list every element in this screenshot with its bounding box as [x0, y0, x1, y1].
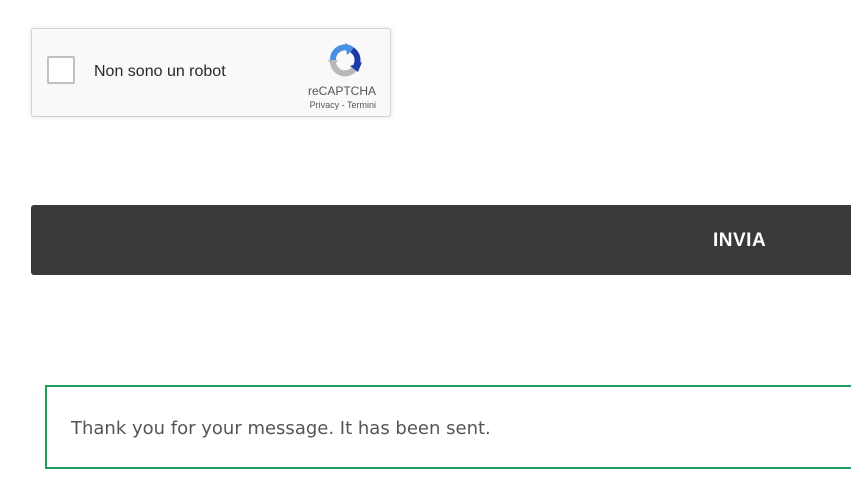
- recaptcha-links: Privacy - Termini: [310, 100, 376, 110]
- recaptcha-terms-link[interactable]: Termini: [347, 100, 376, 110]
- submit-button-label: INVIA: [713, 230, 767, 251]
- recaptcha-logo-icon: [328, 43, 362, 77]
- recaptcha-privacy-link[interactable]: Privacy: [310, 100, 340, 110]
- success-message-box: Thank you for your message. It has been …: [45, 385, 851, 469]
- recaptcha-brand-label: reCAPTCHA: [307, 84, 376, 98]
- recaptcha-widget: Non sono un robot reCAPTCHA Privacy - Te…: [31, 28, 391, 117]
- recaptcha-checkbox-label: Non sono un robot: [94, 63, 226, 80]
- contact-form-page: Non sono un robot reCAPTCHA Privacy - Te…: [0, 0, 851, 482]
- recaptcha-checkbox[interactable]: [47, 56, 75, 84]
- submit-button[interactable]: INVIA: [31, 205, 851, 275]
- success-message-text: Thank you for your message. It has been …: [71, 418, 491, 439]
- recaptcha-links-separator: -: [339, 100, 347, 110]
